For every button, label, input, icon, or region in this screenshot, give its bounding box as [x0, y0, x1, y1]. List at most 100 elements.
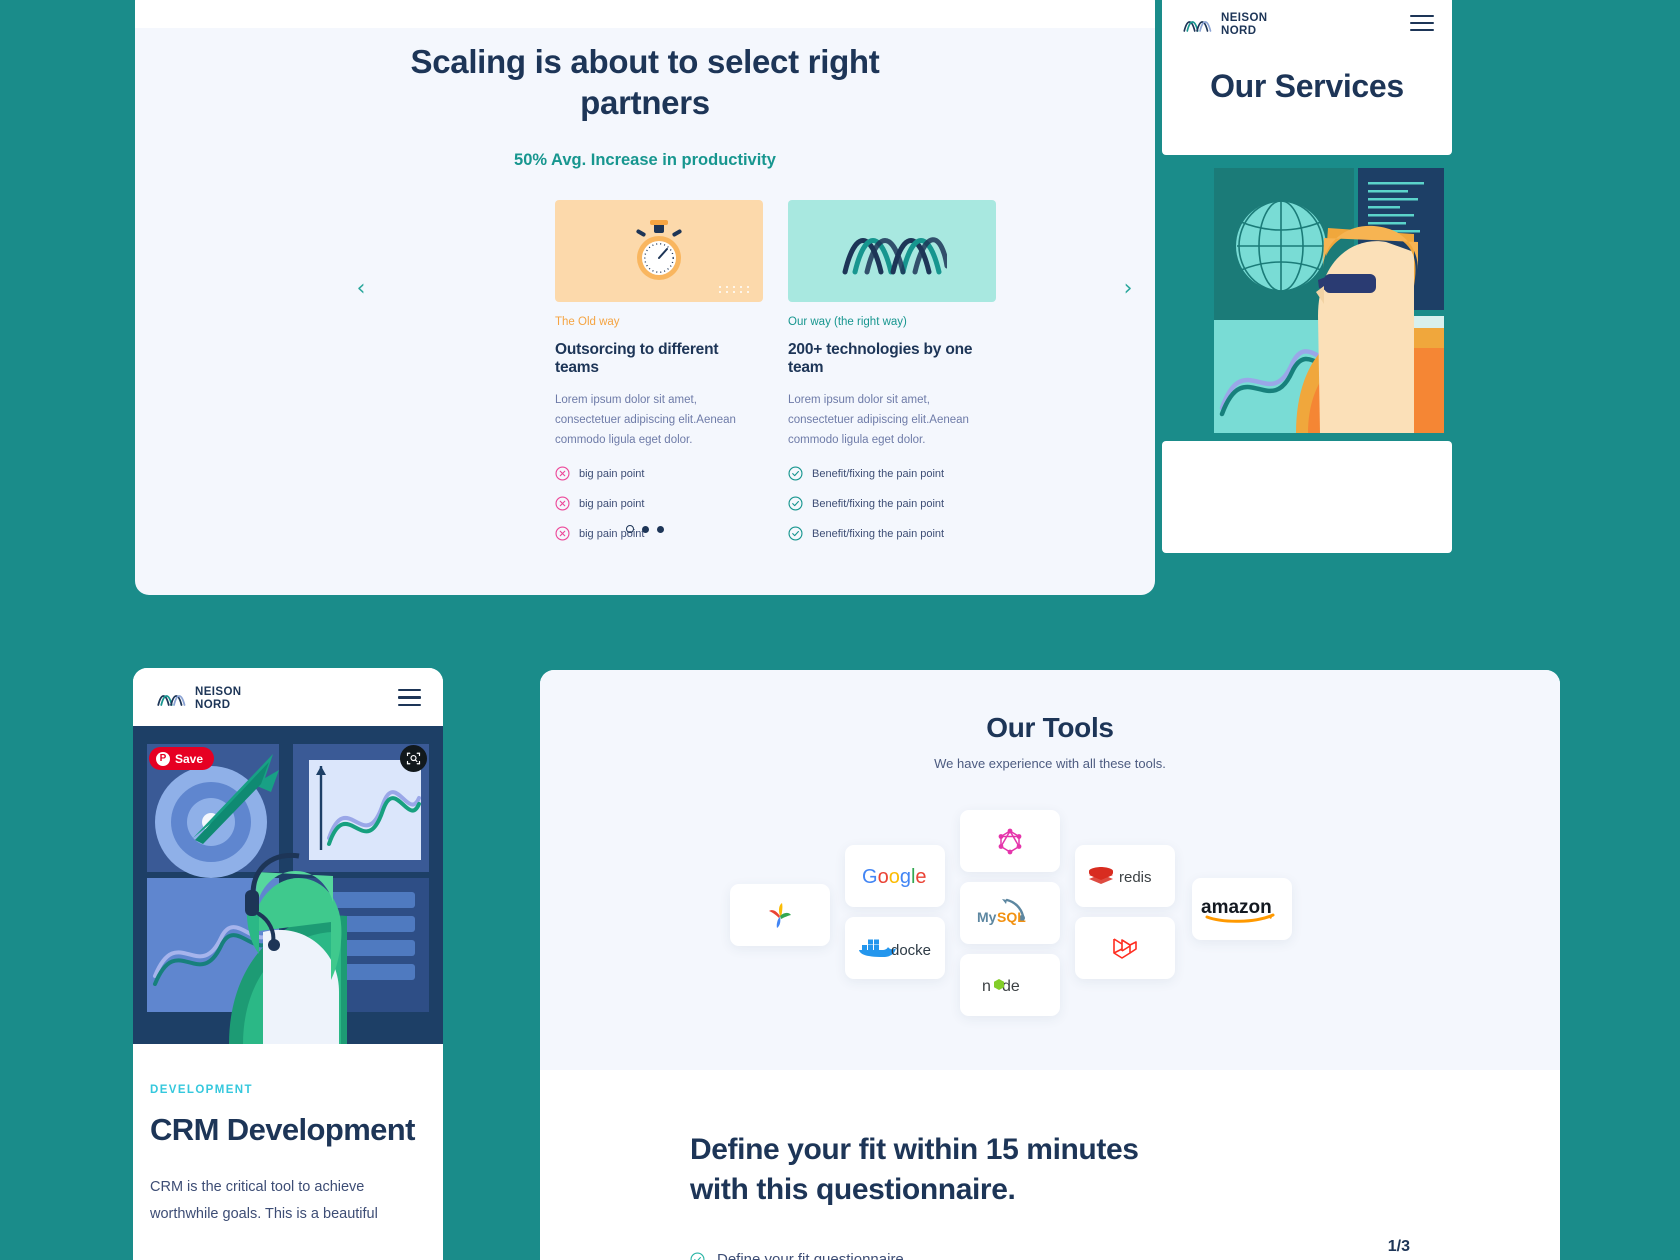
carousel-title: Scaling is about to select right partner… [410, 43, 880, 121]
stopwatch-hero [555, 200, 763, 302]
svg-text:amazon: amazon [1201, 897, 1272, 918]
crm-illustration: P Save [133, 726, 443, 1044]
amazon-logo: amazon [1201, 897, 1275, 923]
tool-card-laravel[interactable] [1075, 917, 1175, 979]
graphql-logo [998, 828, 1022, 855]
card-body: Lorem ipsum dolor sit amet, consectetuer… [788, 394, 969, 446]
decorative-dots [719, 286, 751, 293]
svg-text:SQL: SQL [997, 909, 1026, 925]
questionnaire-heading: Define your fit within 15 minutes with t… [690, 1130, 1410, 1209]
card-title: CRM Development [150, 1112, 415, 1147]
carousel-pagination[interactable] [626, 525, 664, 533]
carousel-subtitle: 50% Avg. Increase in productivity [514, 151, 776, 169]
visual-search-icon[interactable] [400, 745, 427, 772]
docker-logo: docker [859, 939, 931, 959]
svg-text:de: de [1002, 978, 1020, 995]
list-item-label: Benefit/fixing the pain point [812, 467, 945, 480]
tools-section: Our Tools We have experience with all th… [540, 670, 1560, 1070]
pagination-dot-1[interactable] [626, 525, 634, 533]
crm-text-block: DEVELOPMENT CRM Development CRM is the c… [133, 1044, 443, 1228]
circle-check-icon [788, 526, 803, 541]
list-item-label: big pain point [579, 497, 645, 510]
circle-check-icon [788, 496, 803, 511]
questionnaire-section: Define your fit within 15 minutes with t… [540, 1070, 1560, 1260]
tool-card-graphql[interactable] [960, 810, 1060, 872]
brand-line-1: NEISON [1221, 12, 1268, 24]
svg-text:redis: redis [1119, 869, 1152, 886]
list-item-label: Benefit/fixing the pain point [812, 527, 945, 540]
page-title: Our Services [1210, 68, 1404, 104]
pagination-dot-3[interactable] [657, 525, 664, 533]
services-illustration [1178, 168, 1444, 433]
comparison-carousel-panel: Scaling is about to select right partner… [135, 0, 1155, 595]
tool-card-redis[interactable]: redis [1075, 845, 1175, 907]
wave-logo-icon [842, 237, 947, 275]
circle-x-icon [555, 466, 570, 481]
list-item: Benefit/fixing the pain point [788, 496, 996, 511]
circle-check-icon [690, 1252, 705, 1260]
google-cloud-logo [769, 903, 791, 928]
section-subtitle: We have experience with all these tools. [934, 756, 1166, 771]
stopwatch-icon [636, 220, 682, 280]
questionnaire-step-row[interactable]: Define your fit questionnaire [690, 1251, 1410, 1260]
tool-card-mysql[interactable]: My SQL [960, 882, 1060, 944]
list-item: big pain point [555, 496, 763, 511]
comparison-card-new: Our way (the right way) 200+ technologie… [788, 200, 996, 541]
tool-card-google[interactable]: Google [845, 845, 945, 907]
circle-check-icon [788, 466, 803, 481]
svg-text:My: My [977, 909, 997, 925]
tool-card-google-cloud[interactable] [730, 884, 830, 946]
screenshot-stage: Scaling is about to select right partner… [0, 0, 1680, 1260]
comparison-cards: The Old way Outsorcing to different team… [555, 200, 996, 541]
hamburger-menu-icon[interactable] [1410, 15, 1434, 31]
brand-logo[interactable]: NEISON NORD [156, 686, 242, 712]
pinterest-save-button[interactable]: P Save [149, 747, 215, 770]
brand-wordmark: NEISON NORD [195, 686, 242, 712]
list-item: big pain point [555, 466, 763, 481]
brand-line-2: NORD [1221, 25, 1257, 38]
brand-logo[interactable]: NEISON NORD [1182, 12, 1268, 38]
brand-wordmark: NEISON NORD [1221, 12, 1268, 38]
card-body: CRM is the critical tool to achieve wort… [150, 1179, 378, 1222]
nodejs-logo: n de [982, 978, 1020, 995]
list-item-label: big pain point [579, 467, 645, 480]
crm-development-card: NEISON NORD P Save DEVELOPMENT CRM Devel… [133, 668, 443, 1260]
laravel-logo [1113, 938, 1137, 959]
questionnaire-step-label: Define your fit questionnaire [717, 1251, 904, 1260]
card-kicker: The Old way [555, 316, 620, 328]
section-title: Our Tools [986, 712, 1114, 743]
our-tools-panel: Our Tools We have experience with all th… [540, 670, 1560, 1260]
services-panel-footer [1162, 441, 1452, 553]
category-label: DEVELOPMENT [150, 1084, 253, 1096]
circle-x-icon [555, 496, 570, 511]
panel-top-strip [135, 0, 1155, 28]
list-item: Benefit/fixing the pain point [788, 466, 996, 481]
brand-line-1: NEISON [195, 686, 242, 698]
svg-text:docker: docker [891, 942, 931, 959]
hamburger-menu-icon[interactable] [398, 689, 421, 707]
tool-card-nodejs[interactable]: n de [960, 954, 1060, 1016]
list-item-label: Benefit/fixing the pain point [812, 497, 945, 510]
list-item: Benefit/fixing the pain point [788, 526, 996, 541]
mysql-logo: My SQL [977, 898, 1026, 925]
carousel-next-arrow[interactable]: › [1117, 278, 1139, 300]
card-heading: Outsorcing to different teams [555, 341, 719, 376]
circle-x-icon [555, 526, 570, 541]
wave-logo-icon [157, 695, 186, 707]
google-logo: Google [862, 866, 927, 888]
svg-text:n: n [982, 978, 991, 995]
questionnaire-heading-line-1: Define your fit within 15 minutes [690, 1133, 1139, 1166]
tool-card-amazon[interactable]: amazon [1192, 878, 1292, 940]
tool-card-docker[interactable]: docker [845, 917, 945, 979]
save-label: Save [175, 751, 204, 766]
card-kicker: Our way (the right way) [788, 316, 907, 328]
questionnaire-counter: 1/3 [1387, 1238, 1410, 1255]
carousel-prev-arrow[interactable]: ‹ [350, 278, 372, 300]
brand-line-2: NORD [195, 699, 231, 712]
wave-logo-icon [1183, 21, 1212, 33]
pagination-dot-2[interactable] [642, 525, 649, 533]
benefit-list: Benefit/fixing the pain point Benefit/fi… [788, 466, 996, 541]
card-heading: 200+ technologies by one team [788, 341, 973, 376]
card-body: Lorem ipsum dolor sit amet, consectetuer… [555, 394, 736, 446]
tool-logo-grid: Google docker [540, 788, 1560, 1038]
